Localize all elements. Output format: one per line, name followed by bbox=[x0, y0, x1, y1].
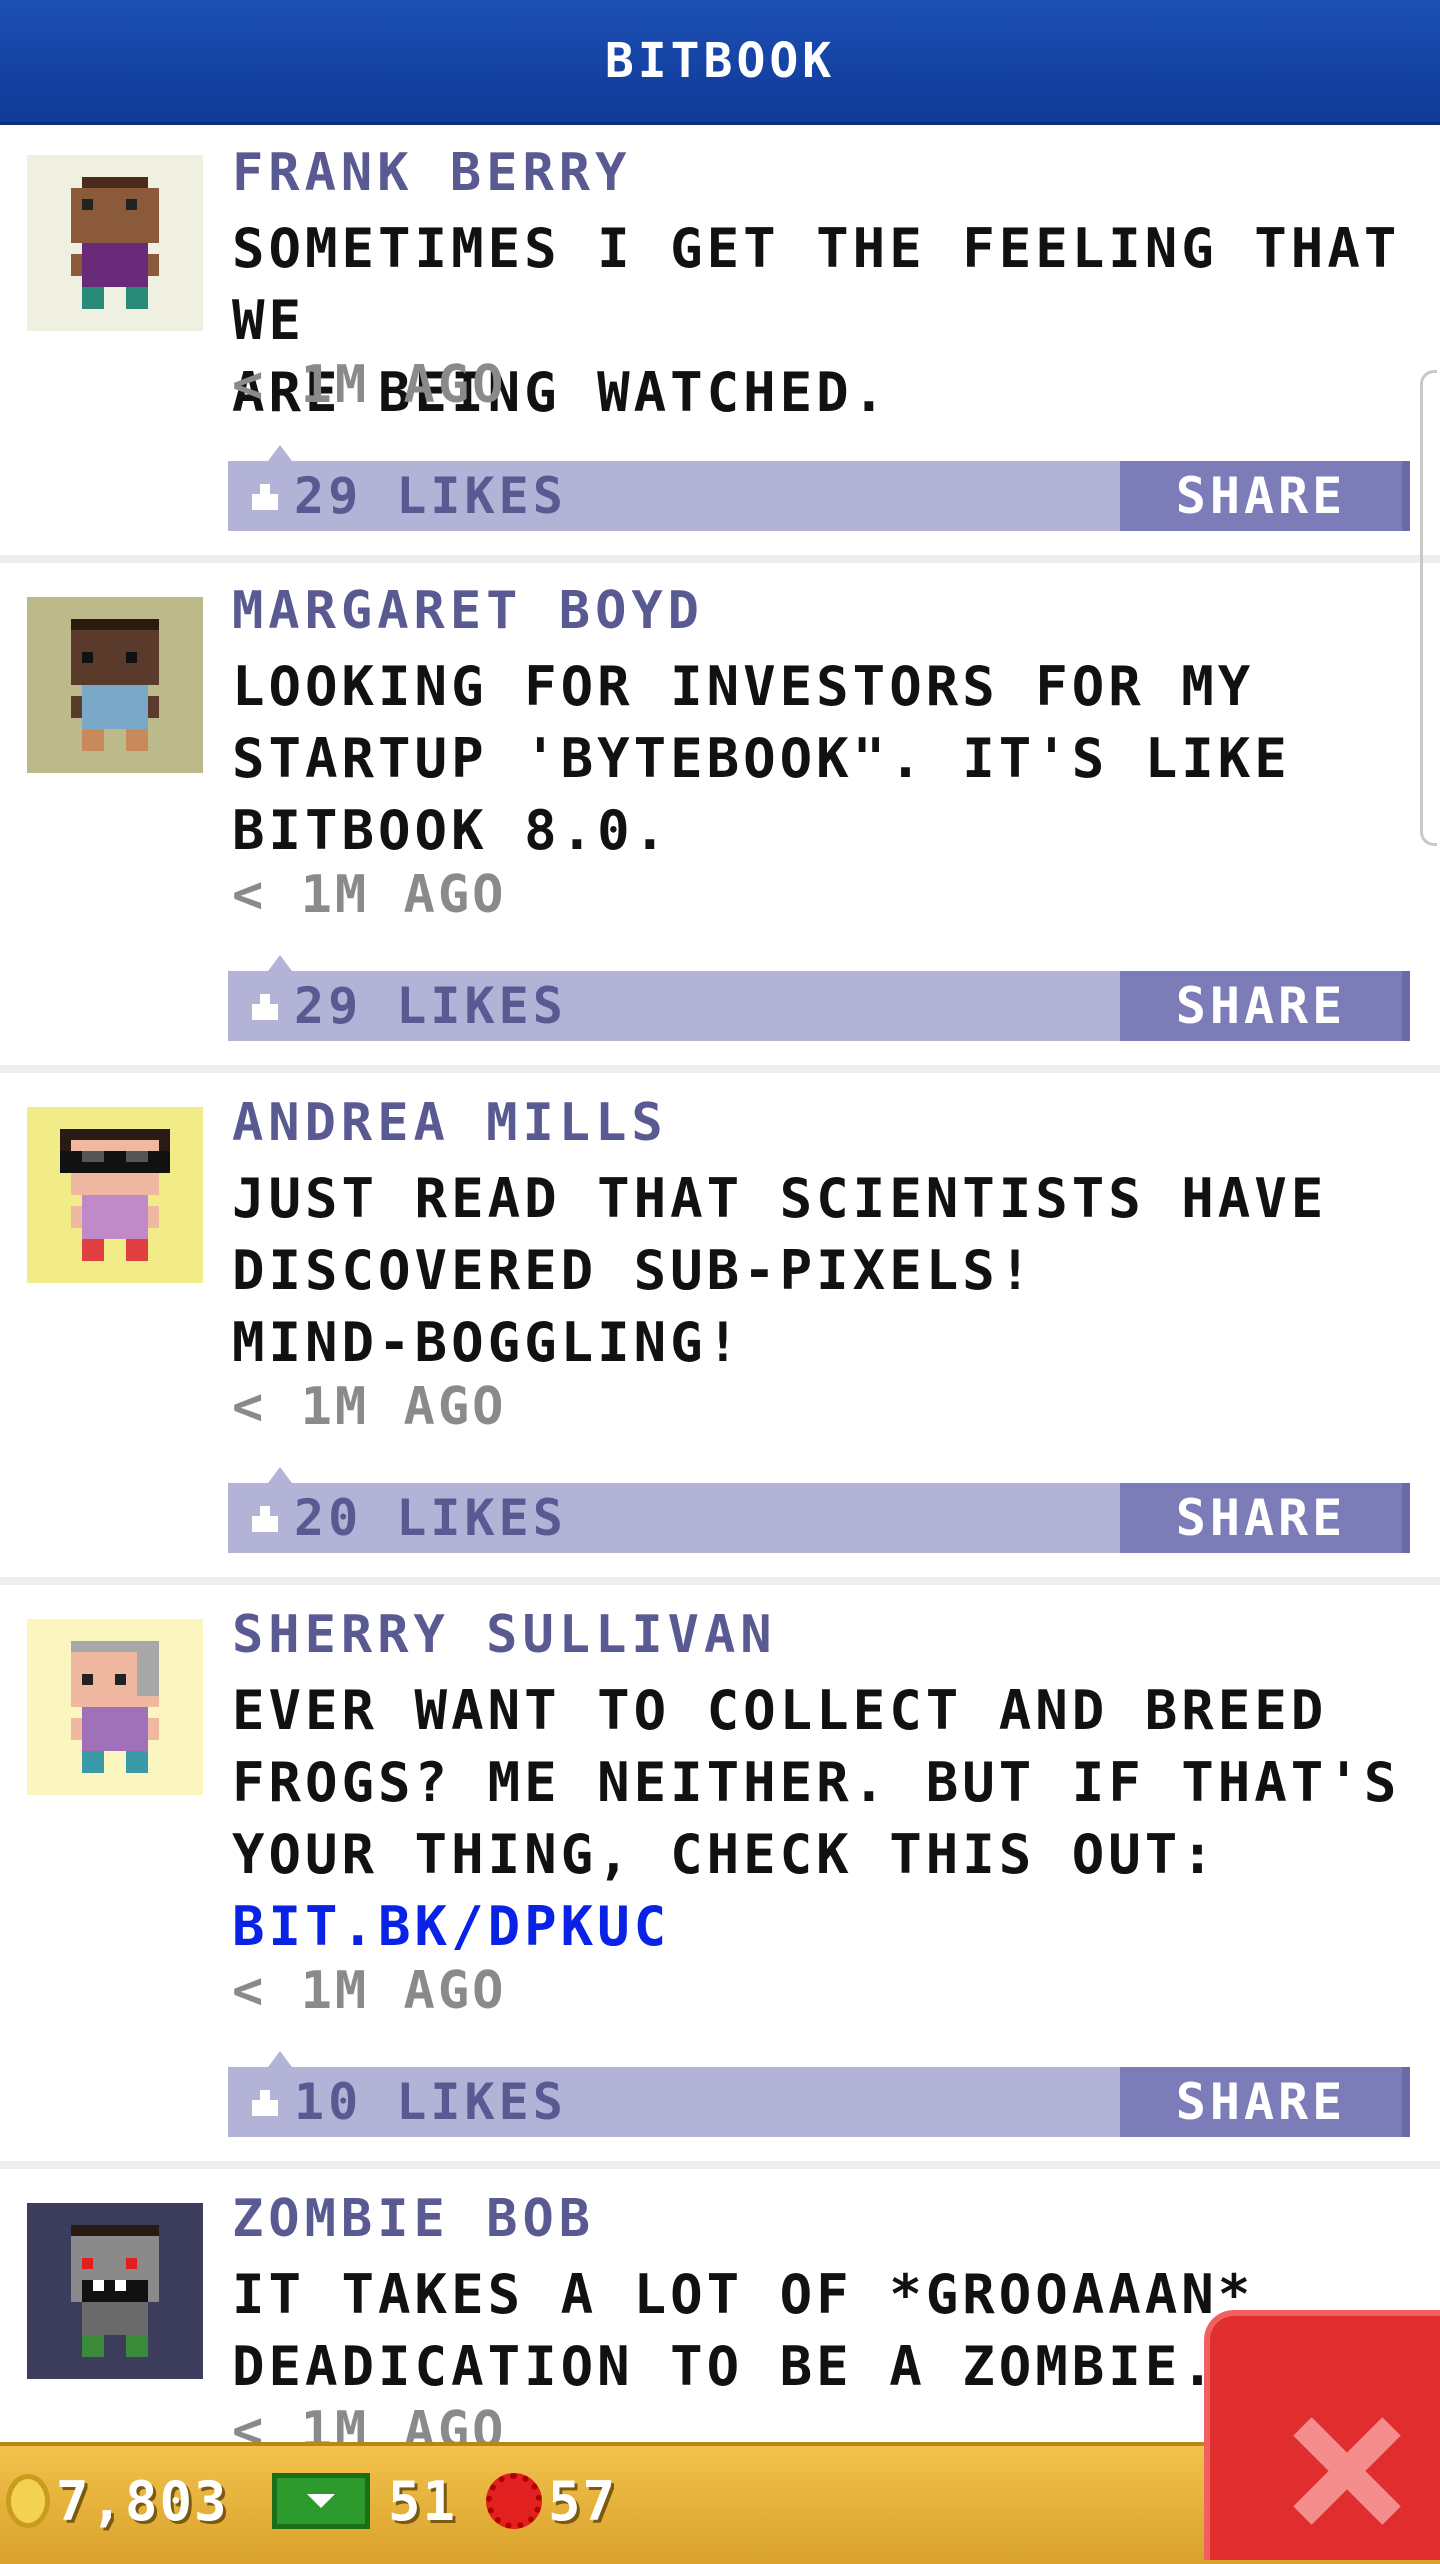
coin-icon bbox=[6, 2474, 50, 2528]
share-button[interactable]: SHARE bbox=[1120, 461, 1410, 531]
like-bar: 20 LIKES SHARE bbox=[228, 1467, 1410, 1553]
like-bar-pointer bbox=[268, 2051, 292, 2067]
post-divider bbox=[0, 555, 1440, 563]
bux-value: 51 bbox=[388, 2469, 458, 2533]
like-bar-pointer bbox=[268, 445, 292, 461]
app-header: BITBOOK bbox=[0, 0, 1440, 125]
bux-stat: 51 bbox=[272, 2452, 457, 2550]
avatar[interactable] bbox=[27, 1107, 203, 1283]
stars-stat: 57 bbox=[486, 2452, 617, 2550]
post-divider bbox=[0, 1065, 1440, 1073]
avatar[interactable] bbox=[27, 2203, 203, 2379]
like-count: 29 LIKES bbox=[294, 977, 567, 1035]
coins-stat: 7,803 bbox=[6, 2452, 229, 2550]
post-time: < 1M AGO bbox=[232, 2401, 507, 2445]
post-text-line: MIND-BOGGLING! bbox=[232, 1311, 744, 1374]
bux-icon bbox=[272, 2473, 370, 2529]
like-button[interactable]: 20 LIKES bbox=[248, 1483, 567, 1553]
post-time: < 1M AGO bbox=[232, 1377, 507, 1437]
avatar[interactable] bbox=[27, 1619, 203, 1795]
feed[interactable]: FRANK BERRY SOMETIMES I GET THE FEELING … bbox=[0, 125, 1440, 2445]
thumbs-up-icon bbox=[248, 482, 280, 510]
share-button[interactable]: SHARE bbox=[1120, 2067, 1410, 2137]
post-author[interactable]: ZOMBIE BOB bbox=[232, 2189, 595, 2249]
post-text: EVER WANT TO COLLECT AND BREED FROGS? ME… bbox=[232, 1675, 1402, 1963]
avatar[interactable] bbox=[27, 597, 203, 773]
close-button[interactable] bbox=[1204, 2310, 1440, 2560]
like-bar-pointer bbox=[268, 955, 292, 971]
post-text-line: JUST READ THAT SCIENTISTS HAVE bbox=[232, 1167, 1328, 1230]
scroll-indicator[interactable] bbox=[1420, 370, 1437, 846]
like-button[interactable]: 29 LIKES bbox=[248, 461, 567, 531]
like-bar: 29 LIKES SHARE bbox=[228, 445, 1410, 531]
post-text-line: LOOKING FOR INVESTORS FOR MY bbox=[232, 655, 1255, 718]
post-text-line: EVER WANT TO COLLECT AND BREED bbox=[232, 1679, 1328, 1742]
post-author[interactable]: ANDREA MILLS bbox=[232, 1093, 668, 1153]
thumbs-up-icon bbox=[248, 1504, 280, 1532]
like-bar: 10 LIKES SHARE bbox=[228, 2051, 1410, 2137]
like-count: 10 LIKES bbox=[294, 2073, 567, 2131]
thumbs-up-icon bbox=[248, 2088, 280, 2116]
like-button[interactable]: 10 LIKES bbox=[248, 2067, 567, 2137]
like-bar-pointer bbox=[268, 1467, 292, 1483]
post-text-line: YOUR THING, CHECK THIS OUT: bbox=[232, 1823, 1218, 1886]
coins-value: 7,803 bbox=[56, 2469, 229, 2533]
post-divider bbox=[0, 1577, 1440, 1585]
post-text: LOOKING FOR INVESTORS FOR MY STARTUP 'BY… bbox=[232, 651, 1402, 867]
post-author[interactable]: MARGARET BOYD bbox=[232, 581, 704, 641]
share-button[interactable]: SHARE bbox=[1120, 971, 1410, 1041]
like-bar: 29 LIKES SHARE bbox=[228, 955, 1410, 1041]
post-time: < 1M AGO bbox=[232, 1961, 507, 2021]
post-time: < 1M AGO bbox=[232, 865, 507, 925]
post-text-line: STARTUP 'BYTEBOOK". IT'S LIKE bbox=[232, 727, 1291, 790]
post-text-line: FROGS? ME NEITHER. BUT IF THAT'S bbox=[232, 1751, 1401, 1814]
star-icon bbox=[486, 2473, 542, 2529]
post-author[interactable]: FRANK BERRY bbox=[232, 143, 631, 203]
post-divider bbox=[0, 2161, 1440, 2169]
like-button[interactable]: 29 LIKES bbox=[248, 971, 567, 1041]
close-icon bbox=[1290, 2416, 1400, 2526]
post-text-line: SOMETIMES I GET THE FEELING THAT WE bbox=[232, 217, 1401, 352]
share-button[interactable]: SHARE bbox=[1120, 1483, 1410, 1553]
post-author[interactable]: SHERRY SULLIVAN bbox=[232, 1605, 777, 1665]
post-text-line: BITBOOK 8.0. bbox=[232, 799, 671, 862]
post-text-line: DISCOVERED SUB-PIXELS! bbox=[232, 1239, 1036, 1302]
like-count: 29 LIKES bbox=[294, 467, 567, 525]
thumbs-up-icon bbox=[248, 992, 280, 1020]
avatar[interactable] bbox=[27, 155, 203, 331]
post-link[interactable]: BIT.BK/DPKUC bbox=[232, 1891, 1402, 1963]
post-time: < 1M AGO bbox=[232, 355, 507, 415]
post-text: JUST READ THAT SCIENTISTS HAVE DISCOVERE… bbox=[232, 1163, 1402, 1379]
stars-value: 57 bbox=[548, 2469, 618, 2533]
app-title: BITBOOK bbox=[604, 33, 836, 89]
like-count: 20 LIKES bbox=[294, 1489, 567, 1547]
